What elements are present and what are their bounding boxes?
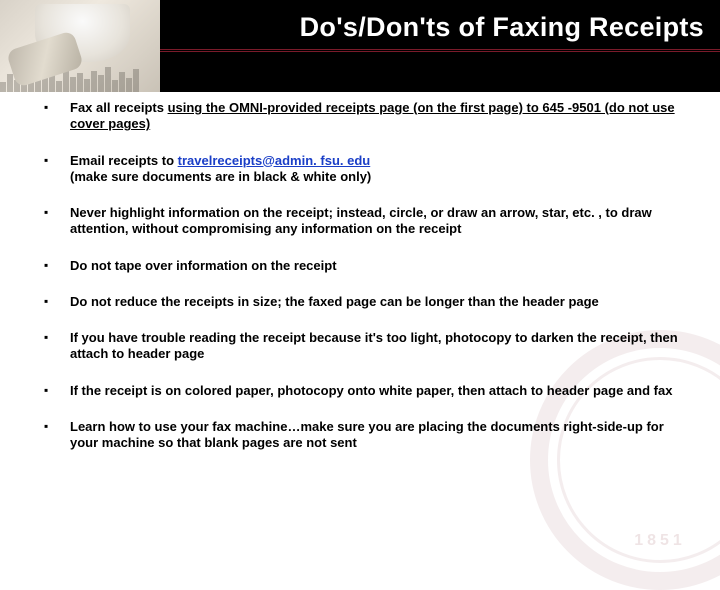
bullet-text: If the receipt is on colored paper, phot… — [70, 383, 672, 398]
list-item: Do not tape over information on the rece… — [30, 258, 690, 274]
city-silhouette — [0, 64, 160, 92]
list-item: Do not reduce the receipts in size; the … — [30, 294, 690, 310]
header-bar: Do's/Don'ts of Faxing Receipts — [0, 0, 720, 92]
bullet-text: If you have trouble reading the receipt … — [70, 330, 678, 361]
bullet-text: Learn how to use your fax machine…make s… — [70, 419, 664, 450]
list-item: Learn how to use your fax machine…make s… — [30, 419, 690, 452]
page-title: Do's/Don'ts of Faxing Receipts — [160, 0, 720, 43]
title-underline — [160, 49, 720, 52]
email-link[interactable]: travelreceipts@admin. fsu. edu — [178, 153, 371, 168]
bullet-list: Fax all receipts using the OMNI-provided… — [30, 100, 690, 451]
bullet-text: Do not tape over information on the rece… — [70, 258, 337, 273]
content-area: Fax all receipts using the OMNI-provided… — [30, 100, 690, 530]
list-item: If the receipt is on colored paper, phot… — [30, 383, 690, 399]
list-item: If you have trouble reading the receipt … — [30, 330, 690, 363]
list-item: Email receipts to travelreceipts@admin. … — [30, 153, 690, 186]
list-item: Never highlight information on the recei… — [30, 205, 690, 238]
bullet-text: Never highlight information on the recei… — [70, 205, 652, 236]
seal-year: 1851 — [548, 532, 720, 550]
bullet-text: (make sure documents are in black & whit… — [70, 169, 371, 184]
title-wrap: Do's/Don'ts of Faxing Receipts — [160, 0, 720, 92]
list-item: Fax all receipts using the OMNI-provided… — [30, 100, 690, 133]
bullet-text: Email receipts to — [70, 153, 178, 168]
bullet-text: Do not reduce the receipts in size; the … — [70, 294, 599, 309]
bullet-text: Fax all receipts — [70, 100, 168, 115]
header-decorative-photo — [0, 0, 160, 92]
